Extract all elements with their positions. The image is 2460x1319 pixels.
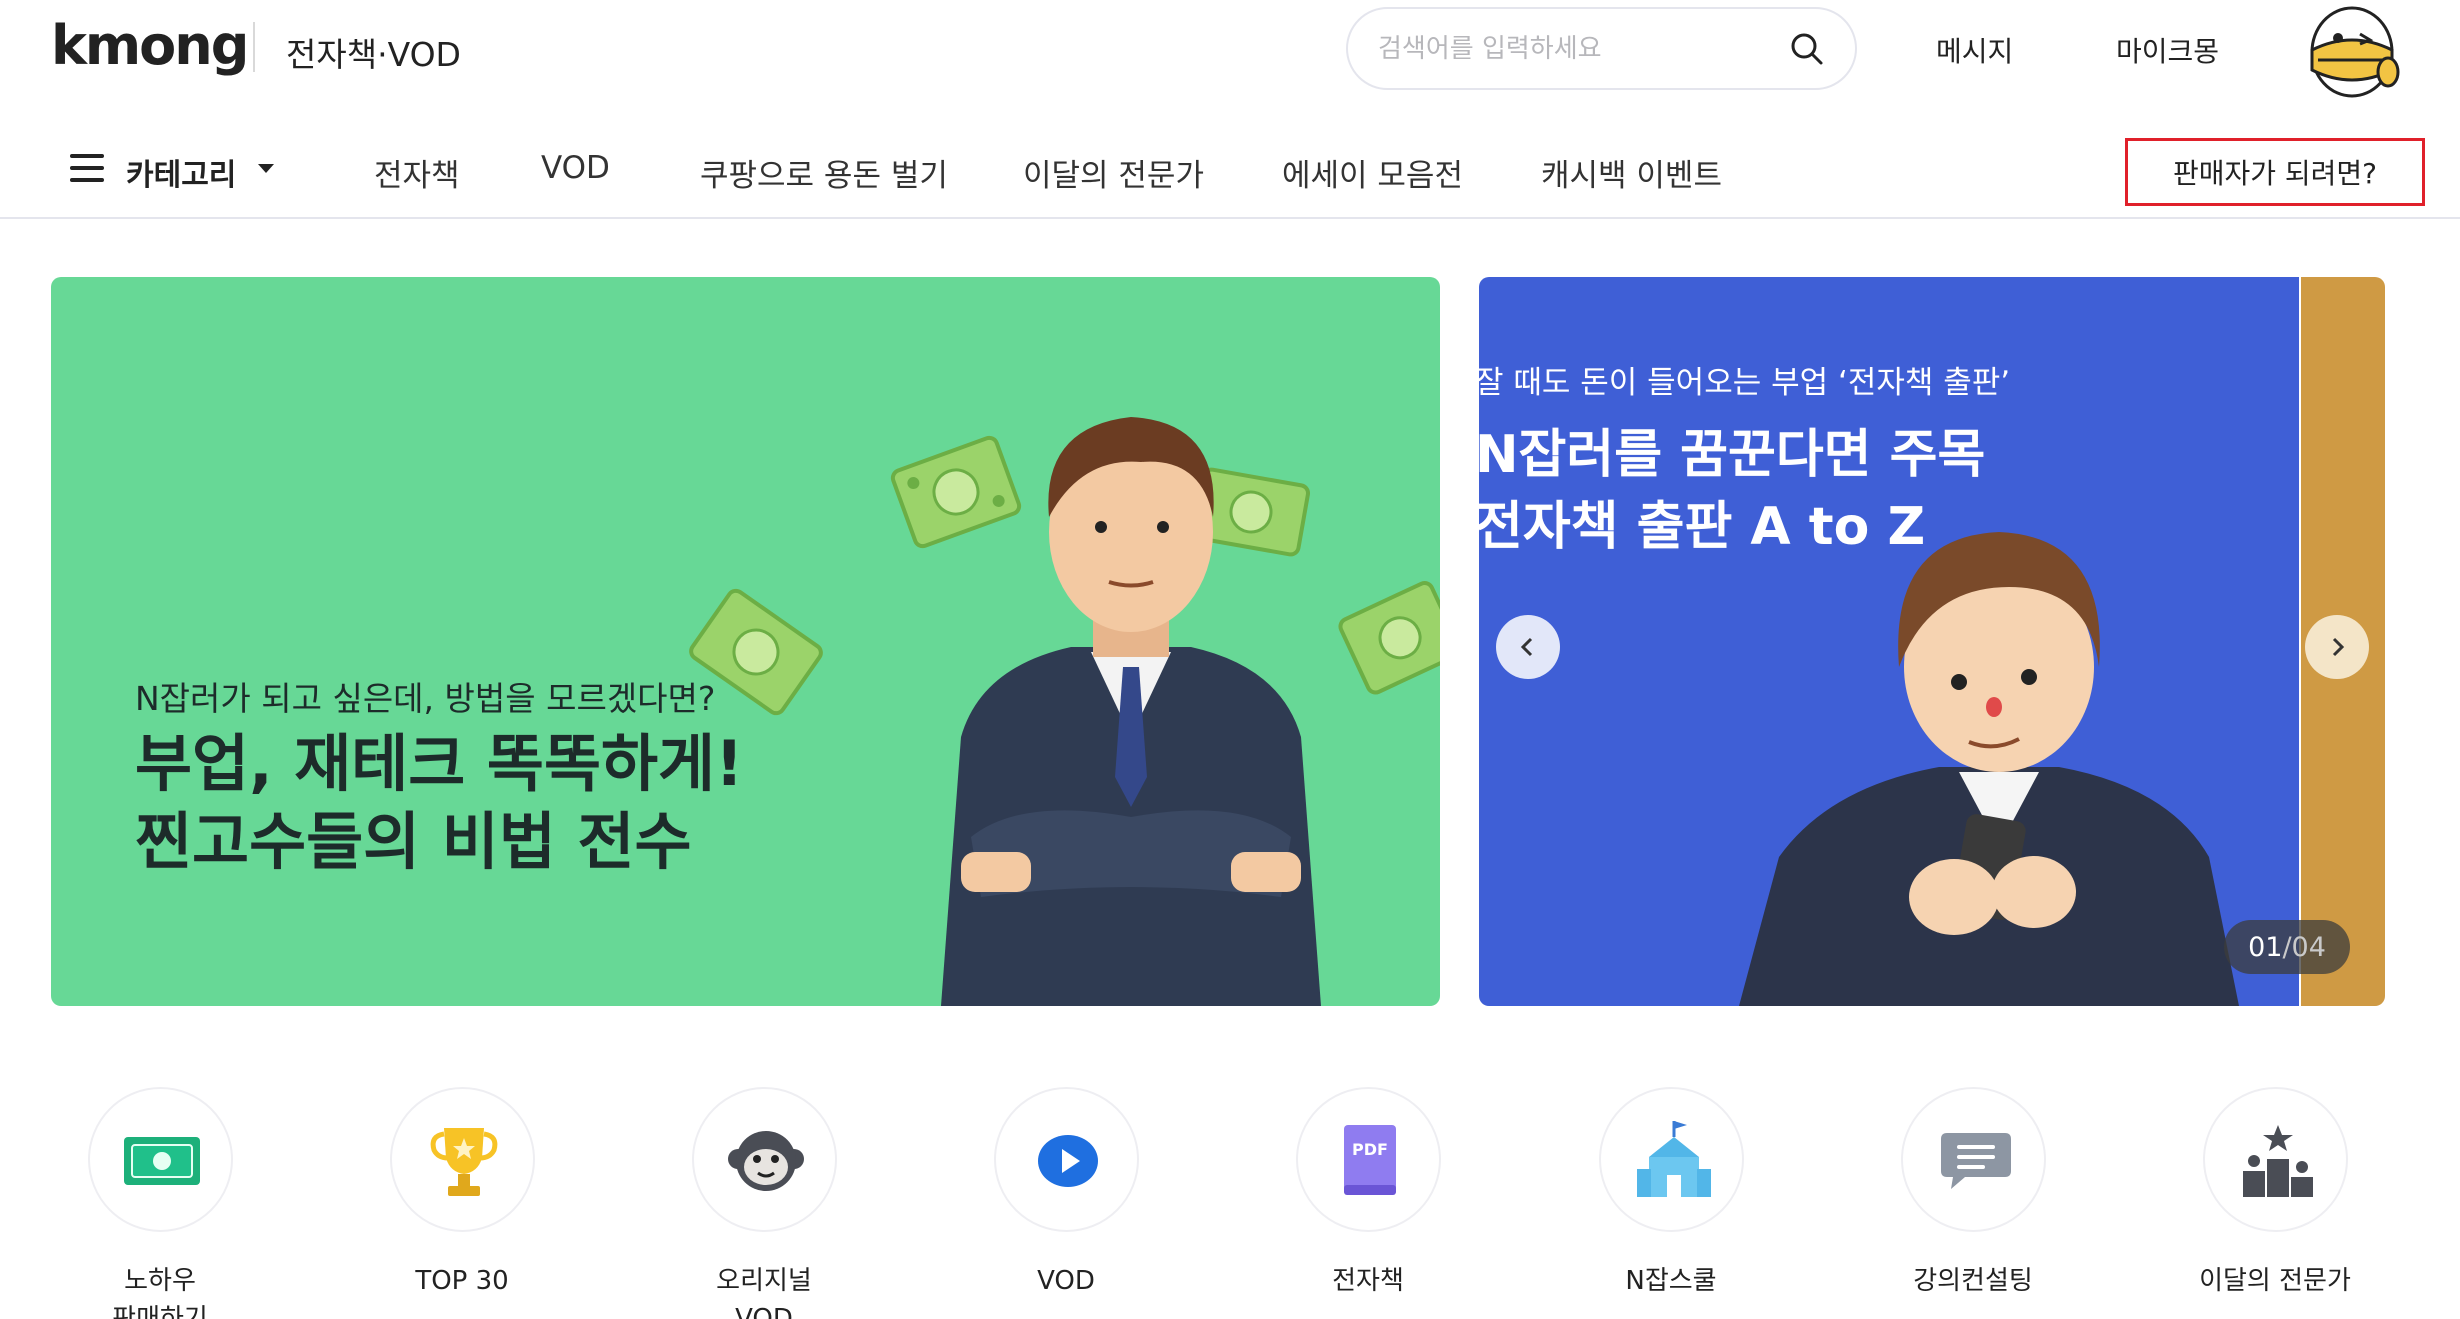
hamburger-menu-icon[interactable] xyxy=(70,154,104,182)
banner-blue-title: N잡러를 꿈꾼다면 주목 전자책 출판 A to Z xyxy=(1479,425,1986,557)
money-icon xyxy=(123,1137,200,1185)
category-label: 전자책 xyxy=(1332,1266,1404,1296)
messages-link[interactable]: 메시지 xyxy=(1936,30,2013,70)
category-label: 노하우 판매하기 xyxy=(112,1266,208,1319)
my-kmong-link[interactable]: 마이크몽 xyxy=(2116,30,2219,70)
category-ebook[interactable]: PDF 전자책 xyxy=(1268,1087,1468,1300)
top-header: kmong 전자책·VOD 메시지 마이크몽 xyxy=(0,0,2460,100)
carousel-counter: 01/04 xyxy=(2224,920,2350,974)
nav-item-essay[interactable]: 에세이 모음전 xyxy=(1282,150,1463,195)
kmong-logo[interactable]: kmong xyxy=(51,14,249,77)
banner-green-subtitle: N잡러가 되고 싶은데, 방법을 모르겠다면? xyxy=(135,679,716,718)
category-original-vod[interactable]: 오리지널 VOD xyxy=(664,1087,864,1319)
counter-total: /04 xyxy=(2282,931,2326,963)
category-knowhow-sell[interactable]: 노하우 판매하기 xyxy=(60,1087,260,1319)
pdf-book-icon: PDF xyxy=(1343,1125,1396,1195)
category-top30[interactable]: TOP 30 xyxy=(362,1087,562,1300)
category-dropdown[interactable]: 카테고리 xyxy=(126,150,236,194)
carousel-prev-button[interactable] xyxy=(1496,615,1560,679)
chevron-right-icon xyxy=(2332,637,2345,657)
logo-divider xyxy=(253,22,255,72)
category-label: VOD xyxy=(1037,1266,1095,1296)
banner-green[interactable]: N잡러가 되고 싶은데, 방법을 모르겠다면? 부업, 재테크 똑똑하게! 찐고… xyxy=(51,277,1440,1006)
category-label: N잡스쿨 xyxy=(1625,1266,1717,1296)
search-icon[interactable] xyxy=(1789,31,1825,67)
chevron-left-icon xyxy=(1520,637,1533,657)
businessman-illustration xyxy=(941,417,1321,1006)
play-icon xyxy=(1037,1135,1098,1187)
category-expert-of-month[interactable]: 이달의 전문가 xyxy=(2175,1087,2375,1300)
category-label: TOP 30 xyxy=(415,1266,509,1296)
counter-current: 01 xyxy=(2248,931,2283,963)
category-label: 강의컨설팅 xyxy=(1913,1266,2033,1296)
category-n-school[interactable]: N잡스쿨 xyxy=(1571,1087,1771,1300)
nav-item-vod[interactable]: VOD xyxy=(541,150,610,186)
banner-blue-subtitle: 잘 때도 돈이 들어오는 부업 ‘전자책 출판’ xyxy=(1479,365,2011,401)
section-title[interactable]: 전자책·VOD xyxy=(286,28,461,76)
category-lecture-consulting[interactable]: 강의컨설팅 xyxy=(1873,1087,2073,1300)
chat-bubble-icon xyxy=(1940,1133,2011,1189)
podium-icon xyxy=(2242,1125,2313,1197)
svg-text:PDF: PDF xyxy=(1352,1140,1388,1159)
search-input[interactable] xyxy=(1378,29,1778,69)
carousel-next-button[interactable] xyxy=(2305,615,2369,679)
caret-down-icon[interactable] xyxy=(258,164,274,173)
category-vod[interactable]: VOD xyxy=(966,1087,1166,1300)
school-icon xyxy=(1636,1121,1711,1197)
main-nav: 카테고리 전자책 VOD 쿠팡으로 용돈 벌기 이달의 전문가 에세이 모음전 … xyxy=(0,130,2460,219)
phone-man-illustration xyxy=(1739,532,2239,1006)
avatar[interactable] xyxy=(2298,0,2406,110)
search-box[interactable] xyxy=(1346,7,1857,90)
nav-item-cashback[interactable]: 캐시백 이벤트 xyxy=(1541,150,1722,195)
trophy-icon xyxy=(430,1128,497,1196)
category-label: 오리지널 VOD xyxy=(716,1266,812,1319)
become-seller-button[interactable]: 판매자가 되려면? xyxy=(2125,138,2425,206)
category-label: 이달의 전문가 xyxy=(2199,1266,2351,1296)
nav-item-ebook[interactable]: 전자책 xyxy=(374,150,460,195)
banner-blue[interactable]: 잘 때도 돈이 들어오는 부업 ‘전자책 출판’ N잡러를 꿈꾼다면 주목 전자… xyxy=(1479,277,2299,1006)
monkey-icon xyxy=(727,1131,804,1191)
nav-item-coupang[interactable]: 쿠팡으로 용돈 벌기 xyxy=(700,150,948,195)
banner-green-title: 부업, 재테크 똑똑하게! 찐고수들의 비법 전수 xyxy=(135,727,744,878)
nav-item-expert-of-month[interactable]: 이달의 전문가 xyxy=(1023,150,1204,195)
